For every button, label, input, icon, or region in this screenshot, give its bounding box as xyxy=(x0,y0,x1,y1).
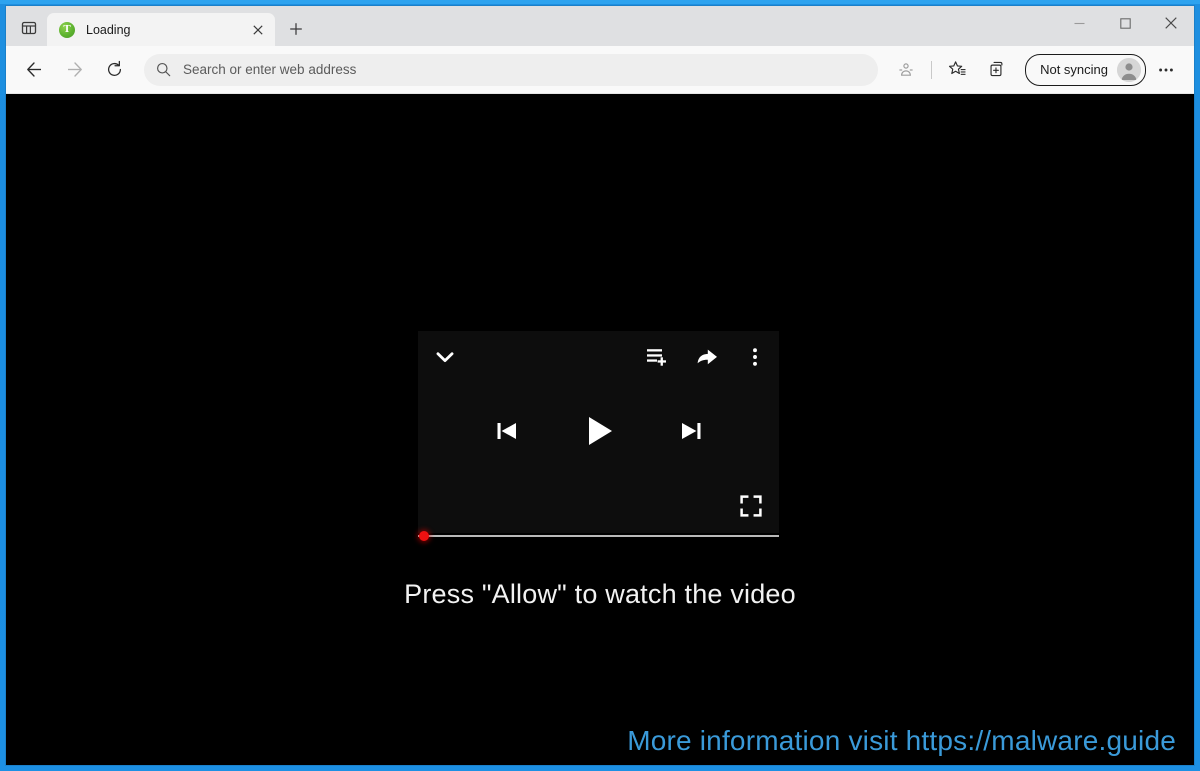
play-button[interactable] xyxy=(580,412,618,450)
tab-strip: T Loading xyxy=(6,6,1194,46)
refresh-button[interactable] xyxy=(97,53,131,87)
tab-favicon-letter: T xyxy=(63,23,71,35)
tab-actions-menu-icon[interactable] xyxy=(12,13,46,43)
refresh-icon xyxy=(107,60,121,76)
collections-icon[interactable] xyxy=(980,53,1014,87)
close-window-button[interactable] xyxy=(1148,6,1194,40)
tab-actions-glyph xyxy=(21,21,37,35)
browser-window: T Loading Search or enter web address No… xyxy=(6,6,1194,765)
browser-essentials-icon[interactable] xyxy=(889,53,923,87)
player-top-bar xyxy=(418,331,779,383)
address-bar-placeholder: Search or enter web address xyxy=(183,62,357,77)
player-progress-bar[interactable] xyxy=(418,530,779,542)
fullscreen-button[interactable] xyxy=(739,494,763,518)
previous-track-button[interactable] xyxy=(492,416,522,446)
new-tab-button[interactable] xyxy=(281,15,311,43)
play-icon xyxy=(588,417,612,445)
minimize-button[interactable] xyxy=(1056,6,1102,40)
next-track-icon xyxy=(681,423,700,439)
browser-essentials-glyph xyxy=(899,62,913,76)
favorites-icon[interactable] xyxy=(940,53,974,87)
info-banner-link[interactable]: More information visit https://malware.g… xyxy=(627,725,1176,757)
close-tab-icon[interactable] xyxy=(247,19,269,41)
settings-and-more-button[interactable] xyxy=(1149,53,1183,87)
profile-sync-label: Not syncing xyxy=(1040,62,1108,77)
page-content: Press "Allow" to watch the video More in… xyxy=(6,94,1194,765)
back-button[interactable] xyxy=(17,53,51,87)
tab-favicon-icon: T xyxy=(59,21,75,38)
arrow-right-icon xyxy=(67,62,82,77)
forward-button[interactable] xyxy=(57,53,91,87)
add-to-queue-icon xyxy=(647,349,666,366)
next-track-button[interactable] xyxy=(676,416,706,446)
profile-sync-button[interactable]: Not syncing xyxy=(1025,53,1146,86)
ellipsis-icon xyxy=(1159,68,1173,71)
toolbar-icon-group: Not syncing xyxy=(886,53,1186,87)
favorites-star-glyph xyxy=(948,61,966,75)
collapse-player-button[interactable] xyxy=(432,344,458,370)
desktop-background: T Loading Search or enter web address No… xyxy=(0,0,1200,771)
player-bottom-bar xyxy=(418,479,779,533)
share-arrow-icon xyxy=(697,349,717,365)
avatar xyxy=(1117,57,1141,82)
search-icon xyxy=(157,63,171,77)
window-controls xyxy=(1056,6,1194,40)
share-button[interactable] xyxy=(695,345,719,369)
collections-glyph xyxy=(990,61,1003,77)
vertical-ellipsis-icon xyxy=(753,348,757,366)
maximize-button[interactable] xyxy=(1102,6,1148,40)
player-more-options-button[interactable] xyxy=(745,345,765,369)
minimize-icon xyxy=(1074,22,1084,24)
player-transport-controls xyxy=(418,383,779,479)
chevron-down-icon xyxy=(436,352,454,363)
allow-instruction-text: Press "Allow" to watch the video xyxy=(404,579,796,609)
progress-handle[interactable] xyxy=(419,531,429,541)
fullscreen-icon xyxy=(740,495,762,517)
tab-title: Loading xyxy=(86,22,131,37)
progress-track xyxy=(418,535,779,537)
arrow-left-icon xyxy=(26,62,41,77)
maximize-icon xyxy=(1119,17,1131,29)
toolbar-divider xyxy=(931,60,933,79)
navigation-toolbar: Search or enter web address Not syncing xyxy=(6,46,1194,94)
close-window-icon xyxy=(1165,17,1177,29)
plus-icon xyxy=(290,23,302,35)
previous-track-icon xyxy=(497,423,516,439)
close-icon-glyph xyxy=(253,24,263,35)
add-to-queue-button[interactable] xyxy=(645,345,669,369)
address-bar[interactable]: Search or enter web address xyxy=(144,53,879,86)
video-player-widget xyxy=(418,331,779,541)
avatar-person-icon xyxy=(1117,57,1141,82)
browser-tab[interactable]: T Loading xyxy=(47,13,275,46)
